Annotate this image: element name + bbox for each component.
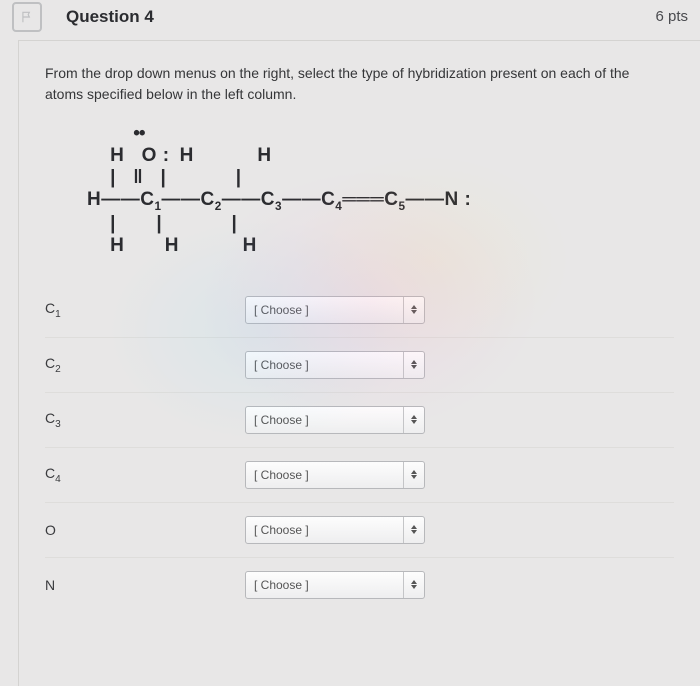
- select-placeholder: [ Choose ]: [254, 578, 309, 592]
- lewis-structure: •• H O : H H | ‖ | | H——C1——C2——C3——C4══…: [87, 123, 674, 257]
- question-prompt: From the drop down menus on the right, s…: [45, 63, 665, 105]
- chevron-updown-icon: [403, 407, 424, 433]
- chevron-updown-icon: [403, 462, 424, 488]
- answer-row: N [ Choose ]: [45, 557, 674, 612]
- atom-label: O: [45, 522, 245, 538]
- hybridization-select[interactable]: [ Choose ]: [245, 296, 425, 324]
- chevron-updown-icon: [403, 352, 424, 378]
- atom-label: C2: [45, 355, 245, 375]
- atom-label: N: [45, 577, 245, 593]
- hybridization-select[interactable]: [ Choose ]: [245, 516, 425, 544]
- answer-row: C3 [ Choose ]: [45, 392, 674, 447]
- answer-row: C4 [ Choose ]: [45, 447, 674, 502]
- question-title: Question 4: [66, 7, 154, 27]
- answer-row: O [ Choose ]: [45, 502, 674, 557]
- atom-label: C1: [45, 300, 245, 320]
- hybridization-select[interactable]: [ Choose ]: [245, 406, 425, 434]
- atom-label: C4: [45, 465, 245, 485]
- answer-row: C2 [ Choose ]: [45, 337, 674, 392]
- select-placeholder: [ Choose ]: [254, 358, 309, 372]
- select-placeholder: [ Choose ]: [254, 303, 309, 317]
- chevron-updown-icon: [403, 297, 424, 323]
- hybridization-select[interactable]: [ Choose ]: [245, 461, 425, 489]
- chevron-updown-icon: [403, 572, 424, 598]
- select-placeholder: [ Choose ]: [254, 468, 309, 482]
- chevron-updown-icon: [403, 517, 424, 543]
- answer-row: C1 [ Choose ]: [45, 283, 674, 337]
- flag-icon[interactable]: [12, 2, 42, 32]
- hybridization-select[interactable]: [ Choose ]: [245, 351, 425, 379]
- atom-label: C3: [45, 410, 245, 430]
- select-placeholder: [ Choose ]: [254, 523, 309, 537]
- hybridization-select[interactable]: [ Choose ]: [245, 571, 425, 599]
- question-card: From the drop down menus on the right, s…: [18, 40, 700, 686]
- question-points: 6 pts: [655, 8, 688, 25]
- select-placeholder: [ Choose ]: [254, 413, 309, 427]
